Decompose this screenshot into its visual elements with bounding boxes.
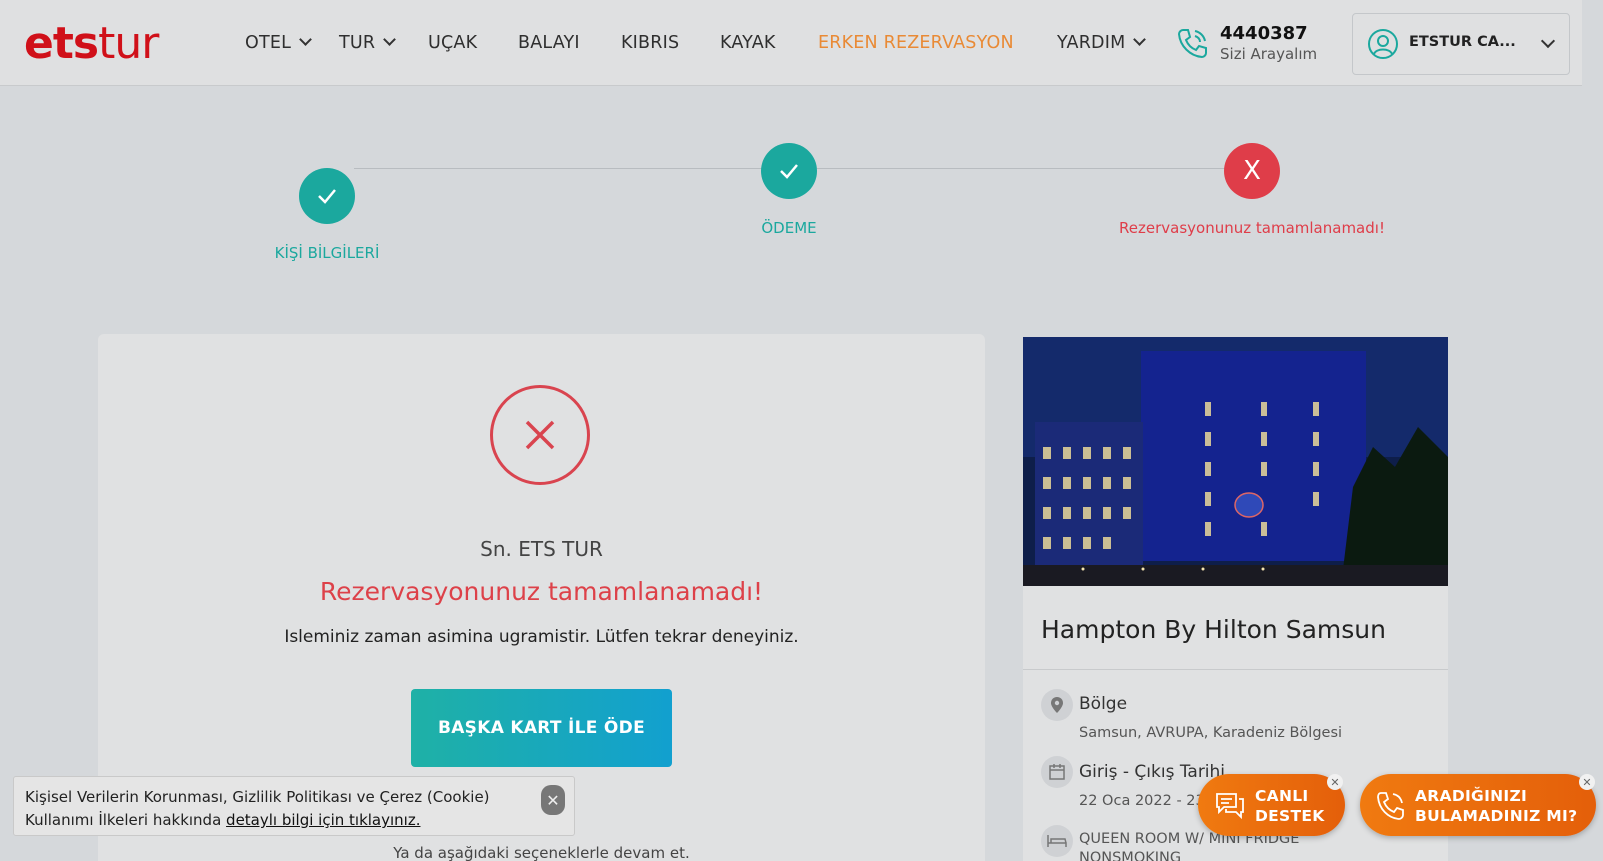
callback-link[interactable]: Sizi Arayalım xyxy=(1220,45,1317,63)
phone-number[interactable]: 4440387 xyxy=(1220,23,1308,44)
alternative-options-text: Ya da aşağıdaki seçeneklerle devam et. xyxy=(393,844,690,861)
hotel-photo xyxy=(1023,337,1448,586)
live-support-close-button[interactable]: ✕ xyxy=(1327,774,1343,790)
step-connector xyxy=(817,168,1227,169)
live-support-label-2: DESTEK xyxy=(1255,807,1325,825)
live-support-button[interactable]: CANLI DESTEK xyxy=(1198,774,1345,836)
step-connector xyxy=(354,168,764,169)
cookie-text: Kişisel Verilerin Korunması, Gizlilik Po… xyxy=(25,788,490,829)
nav-erken-rezervasyon[interactable]: ERKEN REZERVASYON xyxy=(818,33,1014,53)
step-1-label: KİŞİ BİLGİLERİ xyxy=(274,244,380,262)
dates-label: Giriş - Çıkış Tarihi xyxy=(1079,762,1226,782)
region-label: Bölge xyxy=(1079,694,1128,714)
hotel-name: Hampton By Hilton Samsun xyxy=(1041,615,1386,644)
nav-kayak[interactable]: KAYAK xyxy=(720,33,776,53)
nav-balayi[interactable]: BALAYI xyxy=(518,33,580,53)
help-search-label-2: BULAMADINIZ MI? xyxy=(1415,807,1578,825)
nav-otel[interactable]: OTEL xyxy=(245,33,312,53)
chevron-down-icon xyxy=(299,33,312,46)
nav-yardim[interactable]: YARDIM xyxy=(1057,33,1147,53)
step-1-check-icon xyxy=(299,168,355,224)
greeting: Sn. ETS TUR xyxy=(480,537,603,561)
chevron-down-icon xyxy=(1133,33,1147,46)
account-menu[interactable]: ETSTUR CA... xyxy=(1352,13,1570,75)
help-search-button[interactable]: ARADIĞINIZI BULAMADINIZ MI? xyxy=(1360,774,1596,836)
phone-icon[interactable] xyxy=(1175,26,1209,60)
bed-icon xyxy=(1041,825,1073,857)
nav-tur[interactable]: TUR xyxy=(339,33,397,53)
step-2-label: ÖDEME xyxy=(761,219,817,237)
dates-value: 22 Oca 2022 - 23 xyxy=(1079,793,1205,809)
live-support-label-1: CANLI xyxy=(1255,787,1309,805)
step-3-label: Rezervasyonunuz tamamlanamadı! xyxy=(1119,219,1385,237)
etstur-logo[interactable]: etstur xyxy=(24,22,159,66)
cookie-banner: Kişisel Verilerin Korunması, Gizlilik Po… xyxy=(13,776,575,836)
help-search-label-1: ARADIĞINIZI xyxy=(1415,787,1528,805)
cookie-detail-link[interactable]: detaylı bilgi için tıklayınız. xyxy=(226,811,420,829)
step-3-error-icon: X xyxy=(1224,143,1280,199)
region-value: Samsun, AVRUPA, Karadeniz Bölgesi xyxy=(1079,725,1343,741)
pay-with-other-card-button[interactable]: BAŞKA KART İLE ÖDE xyxy=(411,689,672,767)
location-pin-icon xyxy=(1041,689,1073,721)
cookie-close-button[interactable]: ✕ xyxy=(541,785,565,815)
account-name: ETSTUR CA... xyxy=(1409,34,1516,50)
phone-call-icon xyxy=(1377,792,1404,820)
error-close-icon xyxy=(490,385,590,485)
error-title: Rezervasyonunuz tamamlanamadı! xyxy=(319,577,764,606)
chevron-down-icon xyxy=(1540,33,1556,49)
help-search-close-button[interactable]: ✕ xyxy=(1579,774,1595,790)
nav-ucak[interactable]: UÇAK xyxy=(428,33,477,53)
nav-kibris[interactable]: KIBRIS xyxy=(621,33,679,53)
step-2-check-icon xyxy=(761,143,817,199)
room-type-line2: NONSMOKING xyxy=(1079,850,1182,861)
top-header: etstur OTEL TUR UÇAK BALAYI KIBRIS KAYAK… xyxy=(0,0,1582,86)
error-message: Isleminiz zaman asimina ugramistir. Lütf… xyxy=(284,627,799,647)
user-icon xyxy=(1368,29,1398,59)
divider xyxy=(1023,669,1448,670)
chevron-down-icon xyxy=(383,33,397,46)
chat-icon xyxy=(1216,793,1244,820)
calendar-icon xyxy=(1041,756,1073,788)
